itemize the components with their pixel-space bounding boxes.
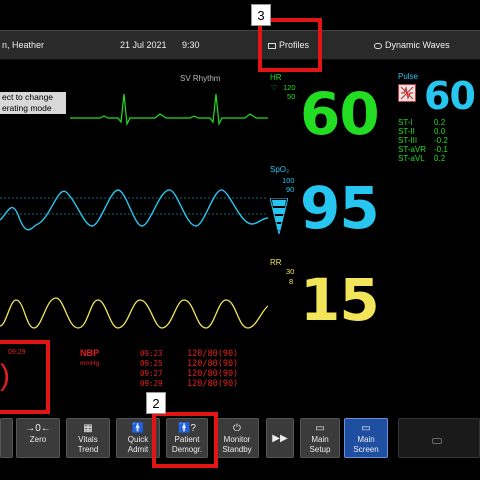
status-bar: n, Heather 21 Jul 2021 9:30 Profiles Dyn… — [0, 30, 480, 60]
nbp-value-list[interactable]: 120/80(90) 120/80(90) 120/80(90) 120/80(… — [187, 349, 238, 389]
nbp-time: 09:27 — [140, 369, 163, 378]
spo2-low-alarm: 90 — [286, 185, 295, 194]
spo2-high-alarm: 100 — [282, 176, 295, 185]
pulse-alarm-off-icon[interactable] — [398, 84, 416, 102]
pulse-value[interactable]: 60 — [424, 74, 476, 118]
perfusion-indicator-icon — [270, 198, 288, 235]
waves-icon — [374, 42, 382, 49]
rr-value[interactable]: 15 — [300, 270, 380, 330]
dynamic-waves-label: Dynamic Waves — [385, 40, 450, 50]
hr-value[interactable]: 60 — [300, 84, 380, 144]
hr-low-alarm: 50 — [287, 92, 296, 101]
power-icon: ⏻ — [233, 423, 241, 434]
screen-icon: ▭ — [361, 423, 371, 434]
nbp-time: 09:29 — [140, 379, 163, 388]
fast-forward-icon: ▶▶ — [272, 433, 288, 444]
st-label: ST-III — [398, 136, 418, 145]
st-value: 0.2 — [434, 118, 446, 127]
softkey-partial[interactable] — [0, 418, 13, 458]
st-label: ST-aVL — [398, 154, 425, 163]
main-setup-button[interactable]: ▭ Main Setup — [300, 418, 340, 458]
rr-low-alarm: 8 — [289, 277, 294, 286]
main-screen-button[interactable]: ▭ Main Screen — [344, 418, 388, 458]
rr-label: RR — [270, 258, 282, 267]
nbp-reading: 120/80(90) — [187, 359, 239, 369]
dynamic-waves-button[interactable]: Dynamic Waves — [374, 40, 450, 50]
keyboard-icon[interactable] — [432, 438, 442, 444]
date-label: 21 Jul 2021 — [120, 40, 167, 50]
st-value: 0.2 — [434, 154, 446, 163]
resp-waveform — [0, 297, 268, 329]
rhythm-label: SV Rhythm — [180, 74, 221, 83]
pulse-label: Pulse — [398, 72, 419, 81]
hr-high-alarm: 120 — [283, 83, 296, 92]
ecg-waveform — [70, 93, 268, 127]
trend-table-icon: ▦ — [83, 423, 93, 434]
nbp-time-list: 09:23 09:25 09:27 09:29 — [140, 349, 163, 389]
nbp-time: 09:23 — [140, 349, 163, 358]
st-value: -0.1 — [434, 145, 448, 154]
zero-button[interactable]: →0← Zero — [16, 418, 60, 458]
zero-icon: →0← — [25, 423, 51, 434]
highlight-box-profiles — [258, 18, 322, 72]
st-segment-panel[interactable]: ST-I ST-II ST-III ST-aVR ST-aVL 0.2 0.0 … — [398, 118, 448, 163]
spo2-waveform — [0, 189, 268, 231]
spo2-value[interactable]: 95 — [300, 178, 380, 238]
highlight-box-nbp — [0, 340, 50, 414]
st-label: ST-aVR — [398, 145, 427, 154]
nbp-reading: 120/80(90) — [187, 349, 239, 359]
st-value: -0.2 — [434, 136, 448, 145]
nbp-reading: 120/80(90) — [187, 379, 239, 389]
monitor-standby-button[interactable]: ⏻ Monitor Standby — [215, 418, 259, 458]
hr-label: HR — [270, 73, 282, 82]
nbp-label: NBP — [80, 348, 100, 358]
patient-name[interactable]: n, Heather — [2, 40, 44, 50]
callout-number: 2 — [146, 392, 166, 414]
vitals-trend-button[interactable]: ▦ Vitals Trend — [66, 418, 110, 458]
nbp-time: 09:25 — [140, 359, 163, 368]
setup-icon: ▭ — [315, 423, 325, 434]
nbp-reading: 120/80(90) — [187, 369, 239, 379]
callout-number: 3 — [251, 4, 271, 26]
st-label: ST-II — [398, 127, 415, 136]
st-value: 0.0 — [434, 127, 446, 136]
more-softkeys-button[interactable]: ▶▶ — [266, 418, 294, 458]
rr-high-alarm: 30 — [286, 267, 295, 276]
st-label: ST-I — [398, 118, 413, 127]
softkey-bar: →0← Zero ▦ Vitals Trend 🚹 Quick Admit 🚹?… — [0, 418, 480, 462]
highlight-box-patient-demogr — [152, 412, 218, 468]
nbp-unit: mmHg — [80, 360, 100, 367]
time-label: 9:30 — [182, 40, 200, 50]
hr-heart-icon: ♡ — [271, 85, 278, 92]
spo2-label: SpO₂ — [270, 165, 290, 174]
